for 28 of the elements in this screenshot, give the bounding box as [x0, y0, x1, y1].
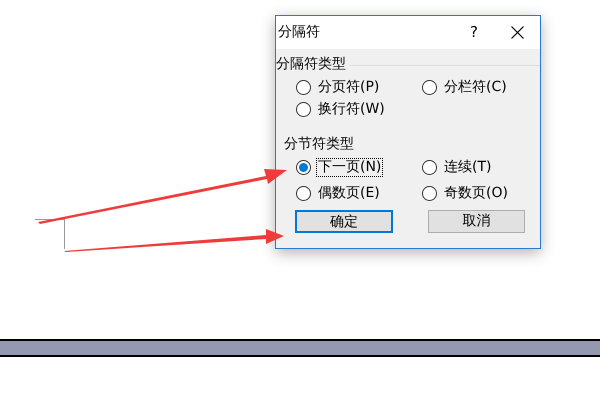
radio-option[interactable]: 奇数页(O)	[422, 182, 540, 204]
option-label: 连续(T)	[443, 158, 492, 176]
radio-option[interactable]: 分页符(P)	[296, 76, 422, 98]
radio-option[interactable]: 分栏符(C)	[422, 76, 540, 98]
radio-icon	[422, 160, 437, 174]
radio-icon	[422, 186, 437, 200]
radio-icon	[422, 80, 437, 94]
radio-option[interactable]: 下一页(N)	[296, 156, 422, 178]
radio-option[interactable]: 偶数页(E)	[296, 182, 422, 204]
radio-option[interactable]: 换行符(W)	[296, 98, 422, 120]
window-title: 分隔符	[278, 23, 321, 42]
help-button[interactable]: ?	[454, 21, 494, 44]
option-label: 换行符(W)	[317, 100, 386, 118]
option-label: 下一页(N)	[316, 158, 384, 176]
dialog-button[interactable]: 取消	[428, 210, 525, 233]
radio-option[interactable]: 连续(T)	[422, 156, 540, 178]
radio-icon	[296, 102, 311, 116]
option-label: 分栏符(C)	[443, 78, 508, 96]
radio-icon	[296, 186, 311, 200]
group-label: 分节符类型	[284, 135, 354, 154]
option-label: 奇数页(O)	[443, 184, 509, 202]
radio-icon	[296, 160, 311, 174]
option-label: 分页符(P)	[317, 78, 380, 96]
option-label: 偶数页(E)	[317, 184, 381, 202]
group-label: 分隔符类型	[276, 55, 346, 74]
close-icon	[510, 26, 524, 39]
dialog-button[interactable]: 确定	[295, 210, 393, 233]
radio-icon	[296, 80, 311, 94]
